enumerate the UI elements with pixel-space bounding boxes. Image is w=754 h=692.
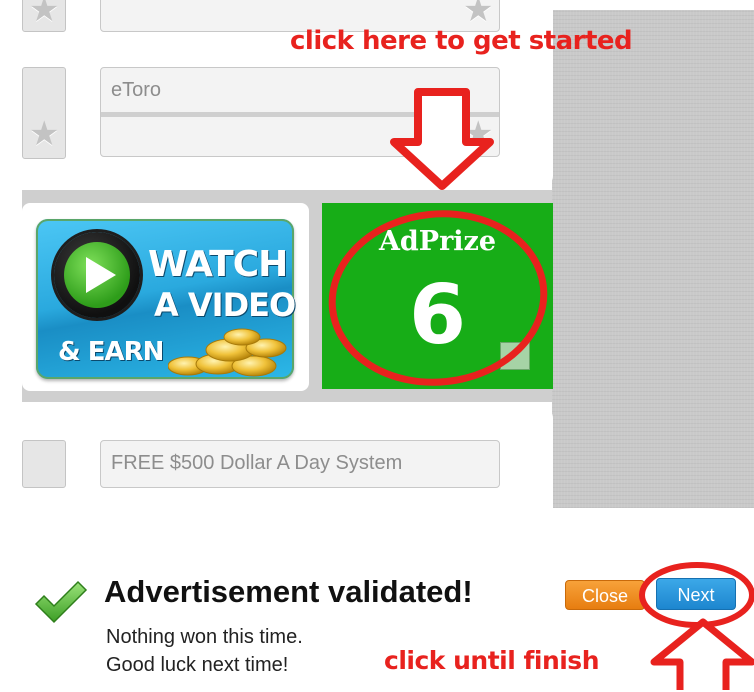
annotation-get-started: click here to get started bbox=[290, 26, 633, 56]
result-message-line2: Good luck next time! bbox=[106, 654, 289, 676]
close-button[interactable]: Close bbox=[565, 580, 645, 610]
ad-field-label: FREE $500 Dollar A Day System bbox=[111, 452, 403, 474]
watch-label: WATCH bbox=[148, 244, 288, 285]
adprize-info-icon[interactable] bbox=[500, 342, 530, 370]
video-label: A VIDEO bbox=[154, 286, 296, 324]
ad-field-divider bbox=[101, 112, 499, 117]
gold-coins-icon bbox=[168, 328, 287, 377]
checkmark-icon bbox=[34, 580, 88, 624]
ad-thumb-3[interactable] bbox=[22, 440, 66, 488]
star-icon[interactable]: ★ bbox=[29, 117, 59, 151]
earn-label: & EARN bbox=[58, 337, 164, 367]
ad-field-label: eToro bbox=[111, 79, 162, 101]
star-icon[interactable]: ★ bbox=[29, 0, 59, 27]
ad-field-etoro[interactable]: eToro bbox=[100, 67, 500, 157]
star-icon[interactable]: ★ bbox=[463, 0, 493, 27]
next-button[interactable]: Next bbox=[656, 578, 736, 610]
result-message-line1: Nothing won this time. bbox=[106, 626, 303, 648]
play-triangle-icon bbox=[86, 257, 116, 293]
star-icon[interactable]: ★ bbox=[463, 117, 493, 151]
annotation-click-until-finish: click until finish bbox=[384, 646, 600, 675]
adprize-title: AdPrize bbox=[378, 226, 497, 257]
validation-title: Advertisement validated! bbox=[104, 574, 473, 609]
ad-field-free-system[interactable]: FREE $500 Dollar A Day System bbox=[100, 440, 500, 488]
background-texture bbox=[552, 10, 754, 508]
